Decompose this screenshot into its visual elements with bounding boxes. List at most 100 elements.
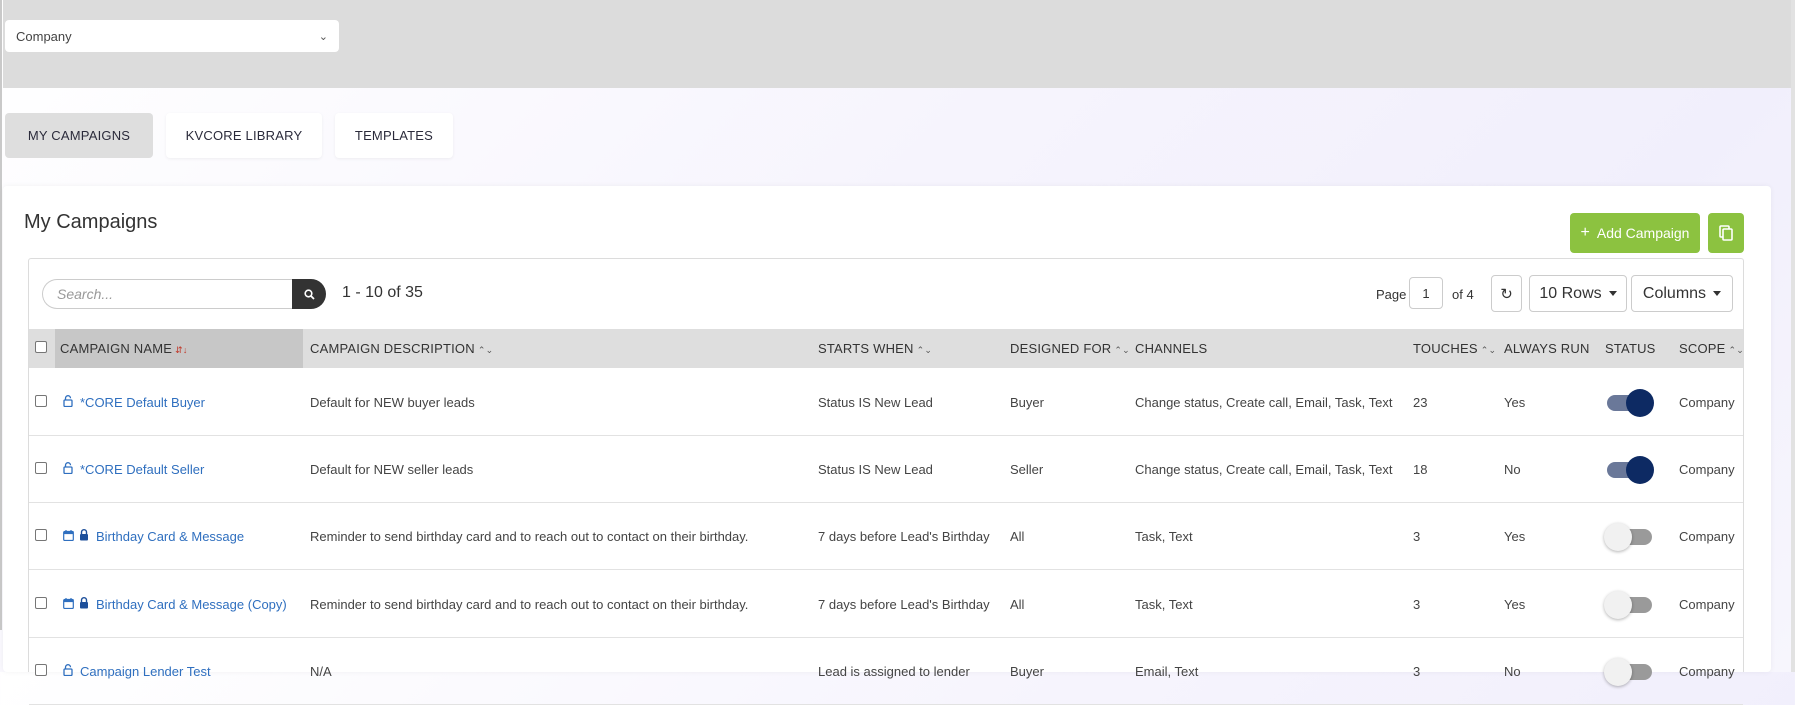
col-touches[interactable]: TOUCHES ⌃⌄ bbox=[1413, 341, 1496, 356]
campaign-description: Default for NEW seller leads bbox=[310, 462, 474, 477]
always-run: Yes bbox=[1504, 395, 1526, 410]
scope-select[interactable]: Company ⌄ bbox=[5, 20, 339, 52]
channels: Task, Text bbox=[1135, 597, 1193, 612]
col-touches-label: TOUCHES bbox=[1413, 341, 1478, 356]
toggle-knob bbox=[1626, 456, 1654, 484]
row-checkbox[interactable] bbox=[35, 664, 47, 676]
always-run: Yes bbox=[1504, 529, 1526, 544]
row-checkbox[interactable] bbox=[35, 529, 47, 541]
lock-icon bbox=[79, 528, 89, 546]
rows-per-page-label: 10 Rows bbox=[1539, 284, 1602, 302]
page-label: Page bbox=[1376, 287, 1407, 302]
columns-label: Columns bbox=[1642, 284, 1707, 302]
starts-when: Status IS New Lead bbox=[818, 462, 933, 477]
calendar-icon bbox=[63, 528, 74, 546]
lock-open-icon bbox=[63, 663, 73, 681]
sort-desc-icon: ⇵↓ bbox=[175, 345, 188, 355]
channels: Change status, Create call, Email, Task,… bbox=[1135, 395, 1393, 410]
add-campaign-button[interactable]: + Add Campaign bbox=[1570, 213, 1700, 253]
always-run: No bbox=[1504, 462, 1521, 477]
sort-icon: ⌃⌄ bbox=[916, 345, 933, 355]
toggle-knob bbox=[1604, 523, 1632, 551]
rows-per-page-dropdown[interactable]: 10 Rows bbox=[1529, 275, 1627, 312]
col-status-label: STATUS bbox=[1605, 341, 1656, 356]
status-toggle[interactable] bbox=[1604, 523, 1652, 551]
col-campaign-name[interactable]: CAMPAIGN NAME ⇵↓ bbox=[60, 341, 188, 356]
col-starts-when[interactable]: STARTS WHEN ⌃⌄ bbox=[818, 341, 932, 356]
toggle-knob bbox=[1604, 658, 1632, 686]
copy-button[interactable] bbox=[1708, 213, 1744, 253]
row-checkbox[interactable] bbox=[35, 462, 47, 474]
toggle-knob bbox=[1604, 591, 1632, 619]
col-channels-label: CHANNELS bbox=[1135, 341, 1208, 356]
page-total: of 4 bbox=[1452, 287, 1474, 302]
status-toggle[interactable] bbox=[1607, 389, 1654, 417]
campaign-name-link[interactable]: *CORE Default Buyer bbox=[80, 395, 205, 410]
table-row: *CORE Default Seller Default for NEW sell… bbox=[29, 435, 1743, 503]
caret-down-icon bbox=[1713, 291, 1722, 296]
starts-when: Status IS New Lead bbox=[818, 395, 933, 410]
campaign-name-link[interactable]: Birthday Card & Message (Copy) bbox=[96, 597, 287, 612]
calendar-icon bbox=[63, 596, 74, 614]
campaign-description: Reminder to send birthday card and to re… bbox=[310, 597, 749, 612]
channels: Change status, Create call, Email, Task,… bbox=[1135, 462, 1393, 477]
select-all-checkbox[interactable] bbox=[35, 341, 47, 353]
row-checkbox[interactable] bbox=[35, 597, 47, 609]
row-checkbox[interactable] bbox=[35, 395, 47, 407]
campaign-description: Default for NEW buyer leads bbox=[310, 395, 475, 410]
status-toggle[interactable] bbox=[1604, 591, 1652, 619]
sort-icon: ⌃⌄ bbox=[1114, 345, 1130, 355]
col-scope[interactable]: SCOPE ⌃⌄ bbox=[1679, 341, 1744, 356]
designed-for: All bbox=[1010, 597, 1025, 612]
col-campaign-description[interactable]: CAMPAIGN DESCRIPTION ⌃⌄ bbox=[310, 341, 493, 356]
touches: 23 bbox=[1413, 395, 1428, 410]
search-icon bbox=[303, 288, 315, 300]
add-campaign-label: Add Campaign bbox=[1596, 225, 1690, 241]
campaign-description: Reminder to send birthday card and to re… bbox=[310, 529, 749, 544]
tab-my-campaigns[interactable]: MY CAMPAIGNS bbox=[5, 113, 153, 158]
status-toggle[interactable] bbox=[1604, 658, 1652, 686]
col-status: STATUS bbox=[1605, 341, 1656, 356]
lock-open-icon bbox=[63, 461, 73, 479]
scrollbar[interactable] bbox=[1791, 0, 1795, 672]
tab-kvcore-library[interactable]: KVCORE LIBRARY bbox=[166, 113, 322, 158]
table-row: Campaign Lender Test N/A Lead is assigned … bbox=[29, 637, 1743, 705]
lock-open-icon bbox=[63, 394, 73, 412]
search-input[interactable]: Search... bbox=[42, 279, 292, 309]
tab-templates[interactable]: TEMPLATES bbox=[335, 113, 453, 158]
refresh-icon: ↻ bbox=[1500, 285, 1513, 303]
search-button[interactable] bbox=[292, 279, 326, 309]
copy-icon bbox=[1719, 225, 1733, 241]
columns-dropdown[interactable]: Columns bbox=[1631, 275, 1733, 312]
campaign-name-link[interactable]: *CORE Default Seller bbox=[80, 462, 204, 477]
result-range: 1 - 10 of 35 bbox=[342, 284, 423, 301]
touches: 3 bbox=[1413, 597, 1421, 612]
col-campaign-name-label: CAMPAIGN NAME bbox=[60, 341, 173, 356]
plus-icon: + bbox=[1580, 224, 1590, 241]
designed-for: Buyer bbox=[1010, 395, 1044, 410]
status-toggle[interactable] bbox=[1607, 456, 1654, 484]
starts-when: 7 days before Lead's Birthday bbox=[818, 597, 990, 612]
col-always-label: ALWAYS RUN bbox=[1504, 341, 1590, 356]
col-designed-for[interactable]: DESIGNED FOR ⌃⌄ bbox=[1010, 341, 1130, 356]
sort-icon: ⌃⌄ bbox=[477, 345, 494, 355]
col-always-run: ALWAYS RUN bbox=[1504, 341, 1590, 356]
page-number-input[interactable]: 1 bbox=[1409, 277, 1443, 309]
col-channels: CHANNELS bbox=[1135, 341, 1207, 356]
table-row: *CORE Default Buyer Default for NEW buyer… bbox=[29, 368, 1743, 436]
scope: Company bbox=[1679, 597, 1735, 612]
scope: Company bbox=[1679, 529, 1735, 544]
sort-icon: ⌃⌄ bbox=[1480, 345, 1497, 355]
touches: 18 bbox=[1413, 462, 1428, 477]
lock-icon bbox=[79, 596, 89, 614]
col-description-label: CAMPAIGN DESCRIPTION bbox=[310, 341, 475, 356]
col-starts-label: STARTS WHEN bbox=[818, 341, 914, 356]
scope: Company bbox=[1679, 462, 1735, 477]
starts-when: 7 days before Lead's Birthday bbox=[818, 529, 990, 544]
designed-for: All bbox=[1010, 529, 1025, 544]
campaign-name-link[interactable]: Birthday Card & Message bbox=[96, 529, 244, 544]
refresh-button[interactable]: ↻ bbox=[1491, 275, 1522, 312]
page-title: My Campaigns bbox=[24, 211, 158, 233]
always-run: Yes bbox=[1504, 597, 1526, 612]
channels: Task, Text bbox=[1135, 529, 1193, 544]
